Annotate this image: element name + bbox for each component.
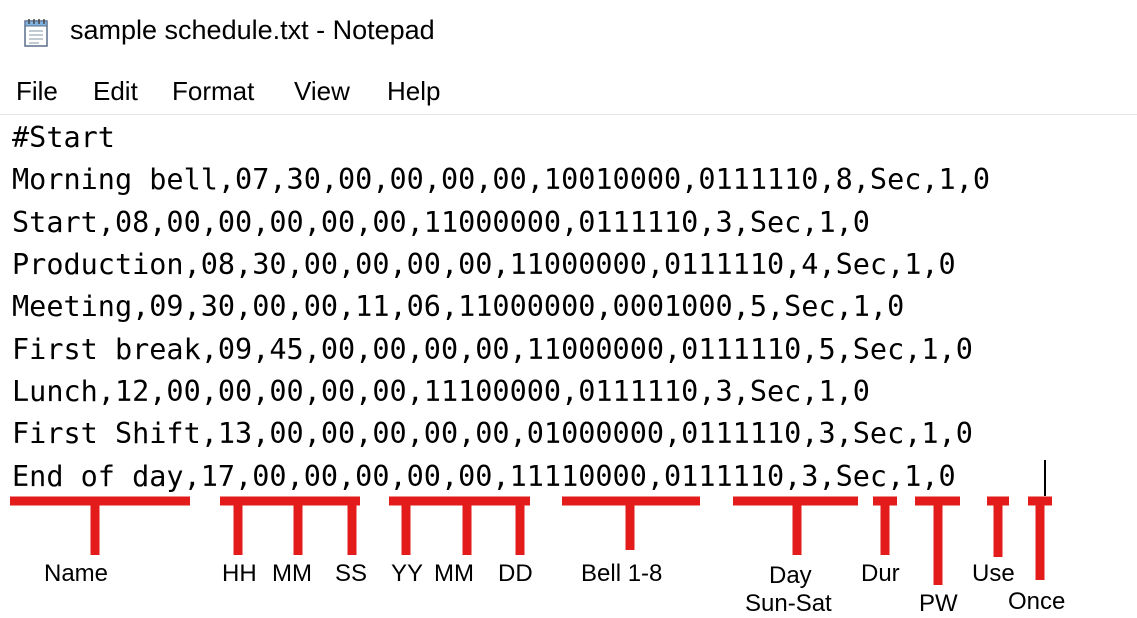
label-dd: DD xyxy=(498,560,533,587)
label-mm: MM xyxy=(272,560,312,587)
label-ss: SS xyxy=(335,560,368,587)
label-yy: YY xyxy=(391,560,424,587)
label-use: Use xyxy=(972,560,1015,587)
label-sun-sat: Sun-Sat xyxy=(745,590,832,617)
field-annotations xyxy=(10,496,1052,585)
label-once: Once xyxy=(1008,588,1066,615)
label-bell: Bell 1-8 xyxy=(581,560,663,587)
label-mo: MM xyxy=(434,560,474,587)
label-day: Day xyxy=(769,562,812,589)
label-hh: HH xyxy=(222,560,257,587)
label-name: Name xyxy=(44,560,109,587)
label-pw: PW xyxy=(919,590,958,617)
label-dur: Dur xyxy=(861,560,900,587)
